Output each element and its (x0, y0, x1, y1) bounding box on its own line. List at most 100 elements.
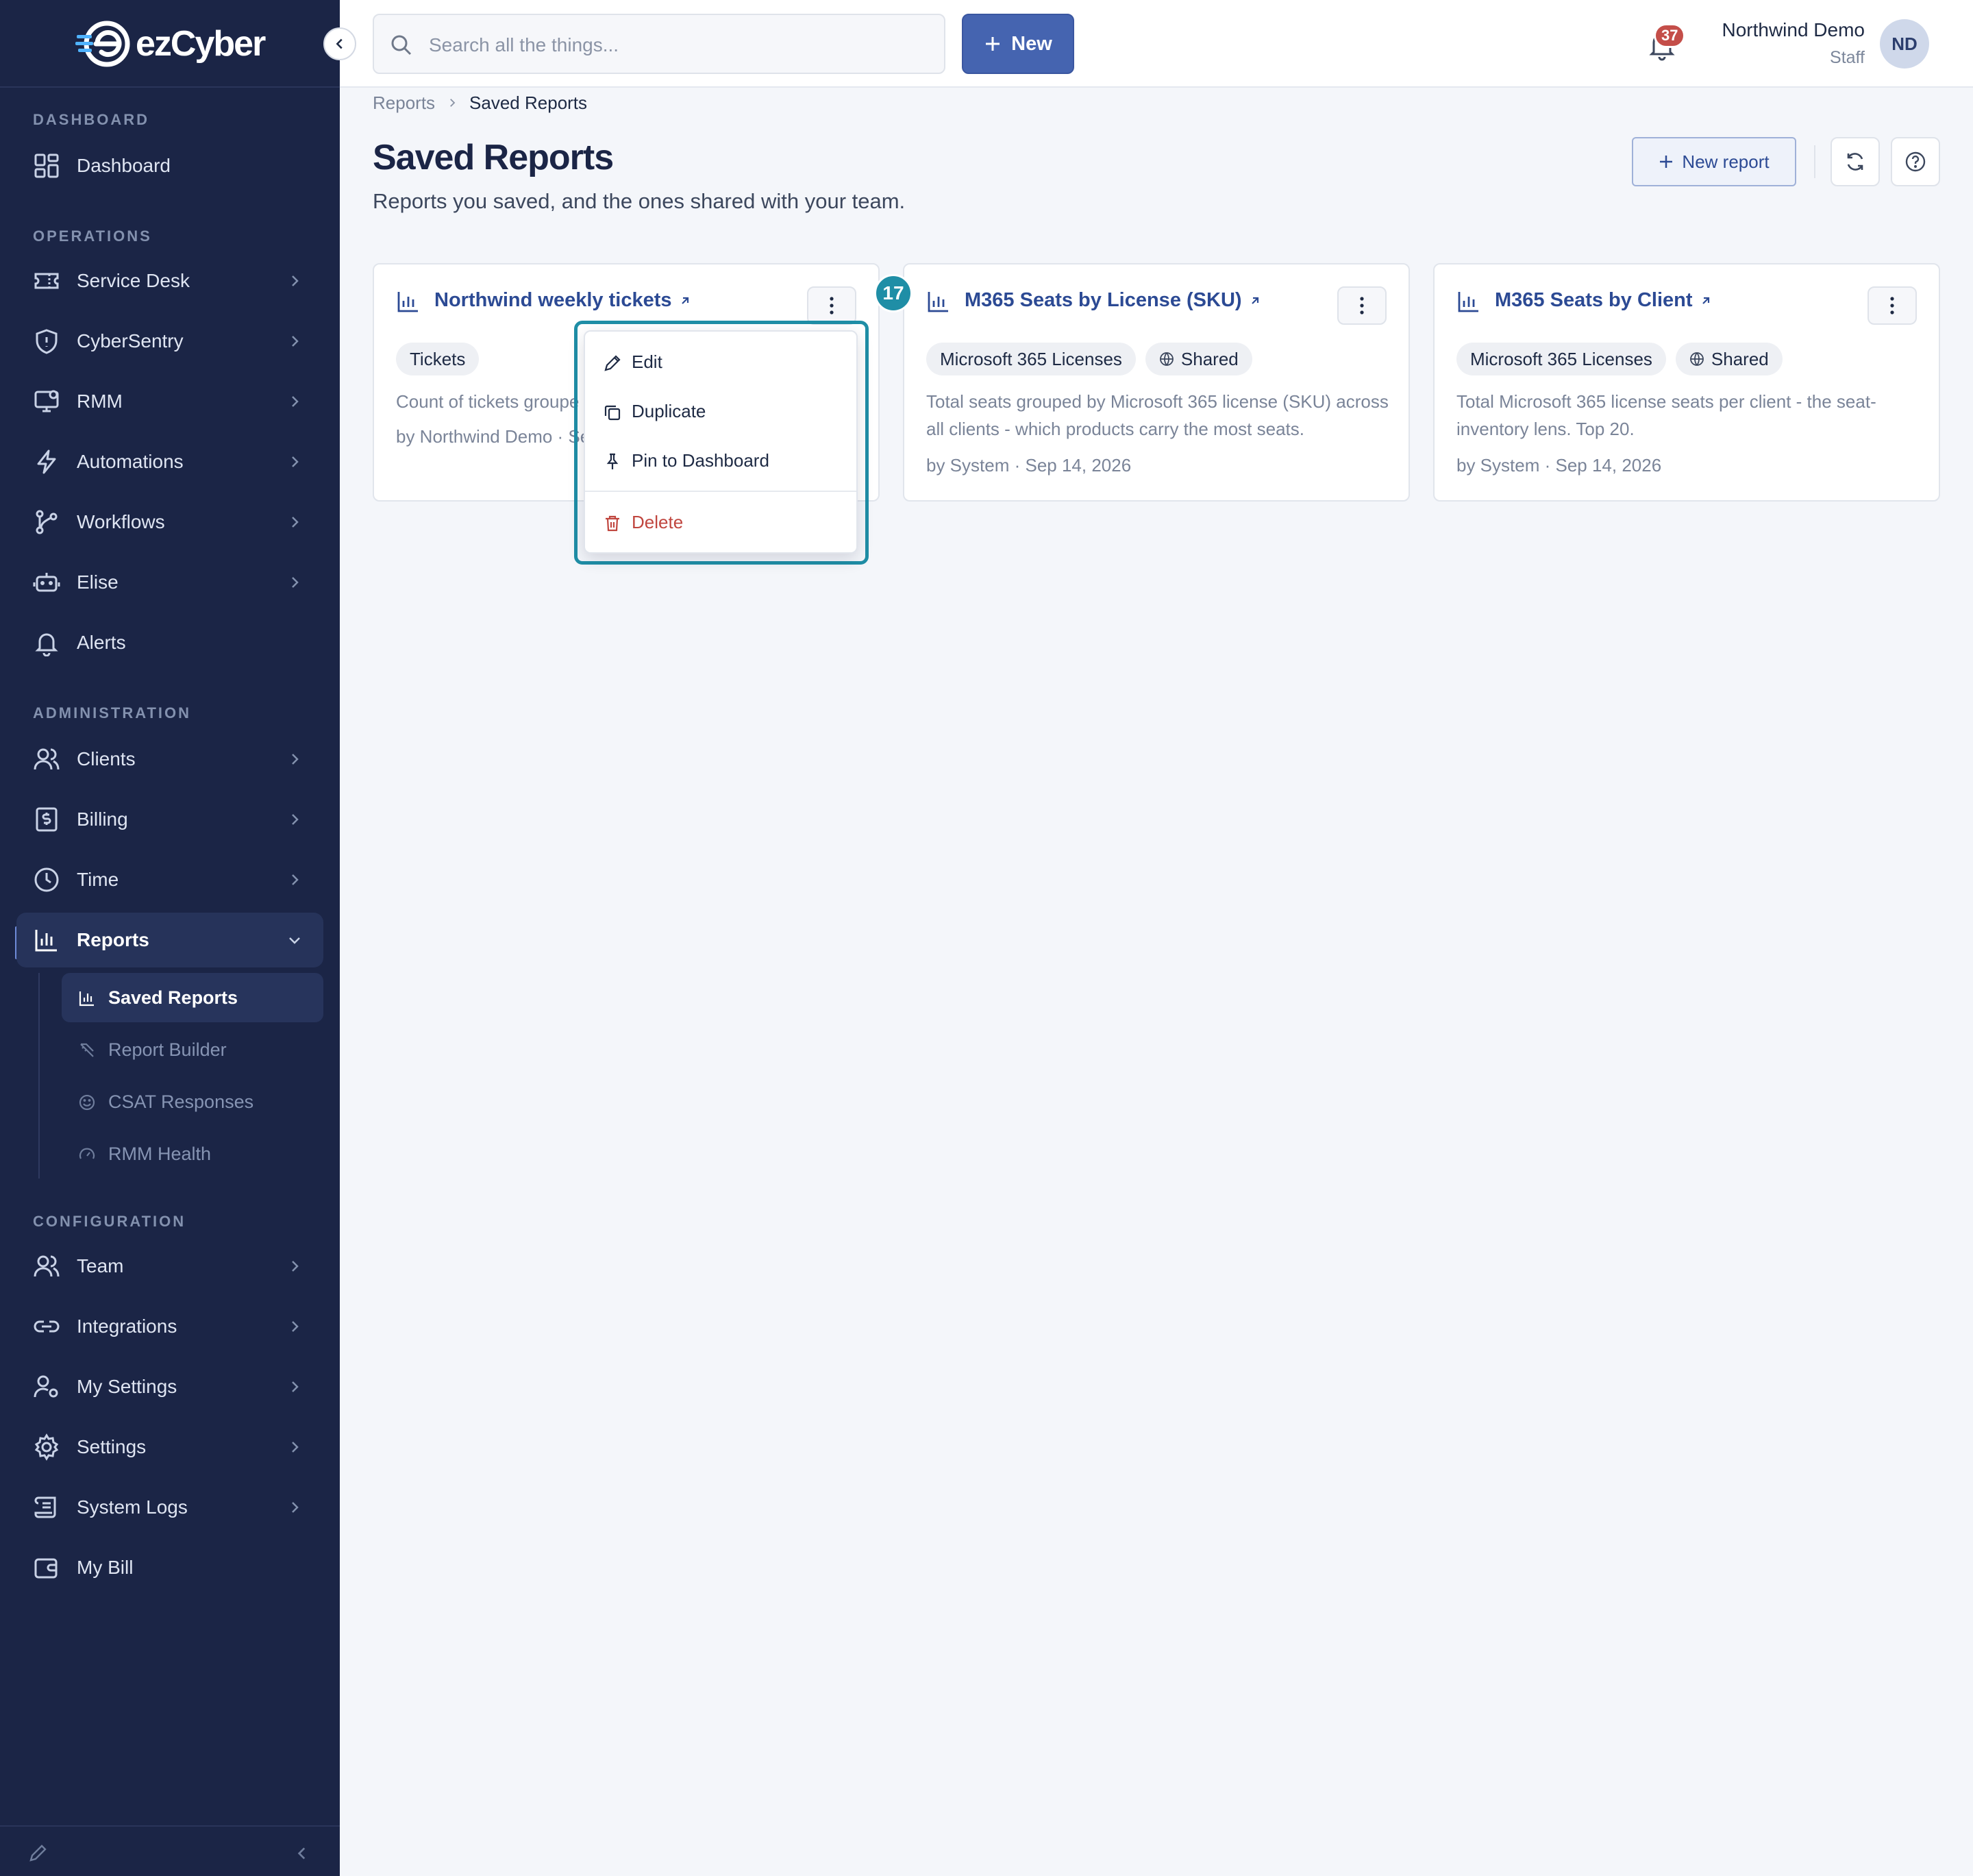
more-vertical-icon (830, 297, 834, 314)
user-name: Northwind Demo (1722, 19, 1865, 40)
sidebar-item-team[interactable]: Team (16, 1239, 323, 1294)
card-menu-button[interactable] (1337, 286, 1387, 325)
menu-item-delete[interactable]: Delete (585, 500, 856, 544)
sidebar-subitem-label: Saved Reports (108, 987, 238, 1008)
chevron-right-icon (292, 874, 299, 885)
shared-tag-label: Shared (1180, 348, 1239, 369)
sidebar-item-settings[interactable]: Settings (16, 1420, 323, 1474)
sidebar-item-label: Automations (77, 451, 184, 472)
ticket-icon (34, 273, 59, 289)
sidebar-item-reports[interactable]: Reports (16, 913, 323, 967)
menu-divider (585, 491, 856, 492)
sidebar-subitem-label: CSAT Responses (108, 1091, 254, 1112)
menu-item-label: Pin to Dashboard (632, 449, 769, 471)
chevron-right-icon (292, 1261, 299, 1272)
report-card-meta: by Northwind Demo · Se (396, 426, 591, 447)
pin-icon (606, 453, 619, 469)
breadcrumb: Reports Saved Reports (373, 90, 587, 115)
sidebar-item-clients[interactable]: Clients (16, 732, 323, 787)
sidebar-item-label: Service Desk (77, 270, 190, 291)
sidebar-item-my-settings[interactable]: My Settings (16, 1359, 323, 1414)
team-icon (34, 1255, 60, 1277)
sidebar-item-label: CyberSentry (77, 330, 184, 351)
sidebar-item-label: Alerts (77, 632, 126, 653)
card-menu-button[interactable] (807, 286, 856, 325)
external-link-icon (1702, 297, 1709, 304)
submenu-rail (38, 973, 40, 1178)
robot-icon (33, 573, 60, 592)
avatar[interactable]: ND (1880, 19, 1929, 69)
pencil-icon[interactable] (27, 1843, 48, 1864)
link-icon (34, 1320, 60, 1333)
step-badge: 17 (874, 274, 913, 312)
menu-item-pin-to-dashboard[interactable]: Pin to Dashboard (585, 439, 856, 482)
chevron-left-icon (336, 38, 343, 49)
sidebar-subitem-csat-responses[interactable]: CSAT Responses (62, 1077, 323, 1126)
topbar: Search all the things... New 37 Northwin… (340, 0, 1973, 88)
report-card[interactable]: M365 Seats by License (SKU) Microsoft 36… (903, 263, 1410, 502)
menu-item-edit[interactable]: Edit (585, 340, 856, 384)
help-button[interactable] (1891, 137, 1940, 186)
sidebar-item-dashboard[interactable]: Dashboard (16, 138, 323, 193)
gauge-icon (79, 1148, 95, 1159)
page-title: Saved Reports (373, 138, 614, 177)
sidebar-item-billing[interactable]: Billing (16, 792, 323, 847)
breadcrumb-current: Saved Reports (469, 92, 588, 113)
monitor-icon (34, 390, 59, 412)
new-report-button[interactable]: New report (1632, 137, 1796, 186)
pencil-icon (604, 355, 621, 371)
menu-item-duplicate[interactable]: Duplicate (585, 389, 856, 433)
sidebar-subitem-report-builder[interactable]: Report Builder (62, 1025, 323, 1074)
sidebar-item-integrations[interactable]: Integrations (16, 1299, 323, 1354)
sidebar-subitem-rmm-health[interactable]: RMM Health (62, 1129, 323, 1178)
card-menu-button[interactable] (1867, 286, 1917, 325)
sidebar-item-alerts[interactable]: Alerts (16, 615, 323, 670)
brand-logo[interactable]: ezCyber (75, 18, 266, 70)
search-placeholder: Search all the things... (429, 34, 619, 55)
report-card-title[interactable]: M365 Seats by Client (1495, 289, 1712, 312)
new-button[interactable]: New (962, 14, 1074, 74)
sidebar-item-elise[interactable]: Elise (16, 555, 323, 610)
chevron-right-icon (450, 99, 456, 107)
refresh-button[interactable] (1831, 137, 1880, 186)
globe-icon (1160, 352, 1174, 366)
sidebar-subitem-label: RMM Health (108, 1143, 212, 1164)
bar-chart-icon (35, 930, 57, 952)
sidebar-item-my-bill[interactable]: My Bill (16, 1540, 323, 1595)
report-card[interactable]: M365 Seats by Client Microsoft 365 Licen… (1433, 263, 1940, 502)
sidebar-item-time[interactable]: Time (16, 852, 323, 907)
smile-icon (79, 1094, 95, 1111)
menu-item-label: Delete (632, 511, 684, 532)
toolbar-divider (1814, 145, 1815, 178)
report-card-title-text: M365 Seats by Client (1495, 289, 1693, 311)
report-card-title[interactable]: M365 Seats by License (SKU) (965, 289, 1261, 312)
category-tag: Tickets (396, 343, 480, 375)
report-card-description: Total seats grouped by Microsoft 365 lic… (926, 391, 1389, 439)
billing-icon (36, 807, 58, 832)
sidebar-item-system-logs[interactable]: System Logs (16, 1480, 323, 1535)
sidebar-item-rmm[interactable]: RMM (16, 374, 323, 429)
card-dropdown-menu: Edit Duplicate Pin to Dashboard Delete (584, 330, 858, 554)
chevron-left-icon[interactable] (293, 1844, 311, 1862)
sidebar-item-cybersentry[interactable]: CyberSentry (16, 314, 323, 369)
sidebar-item-workflows[interactable]: Workflows (16, 495, 323, 550)
sidebar-item-label: Integrations (77, 1316, 177, 1337)
plus-icon (1660, 156, 1673, 168)
breadcrumb-link-reports[interactable]: Reports (373, 92, 435, 114)
sidebar-item-automations[interactable]: Automations (16, 434, 323, 489)
lightning-icon (37, 449, 56, 474)
report-card-title[interactable]: Northwind weekly tickets (434, 289, 691, 312)
report-card-title-text: M365 Seats by License (SKU) (965, 289, 1242, 311)
clock-icon (34, 867, 59, 892)
search-input[interactable]: Search all the things... (373, 14, 945, 74)
page-subtitle: Reports you saved, and the ones shared w… (373, 189, 906, 213)
brand-name: ezCyber (136, 24, 266, 64)
trash-icon (606, 515, 619, 532)
sidebar-item-service-desk[interactable]: Service Desk (16, 254, 323, 308)
sidebar-subitem-saved-reports[interactable]: Saved Reports (62, 973, 323, 1022)
more-vertical-icon (1360, 297, 1364, 314)
more-vertical-icon (1890, 297, 1894, 314)
sidebar-item-label: Dashboard (77, 155, 171, 176)
plus-icon (986, 37, 1000, 51)
sidebar-collapse-button[interactable] (323, 27, 356, 60)
